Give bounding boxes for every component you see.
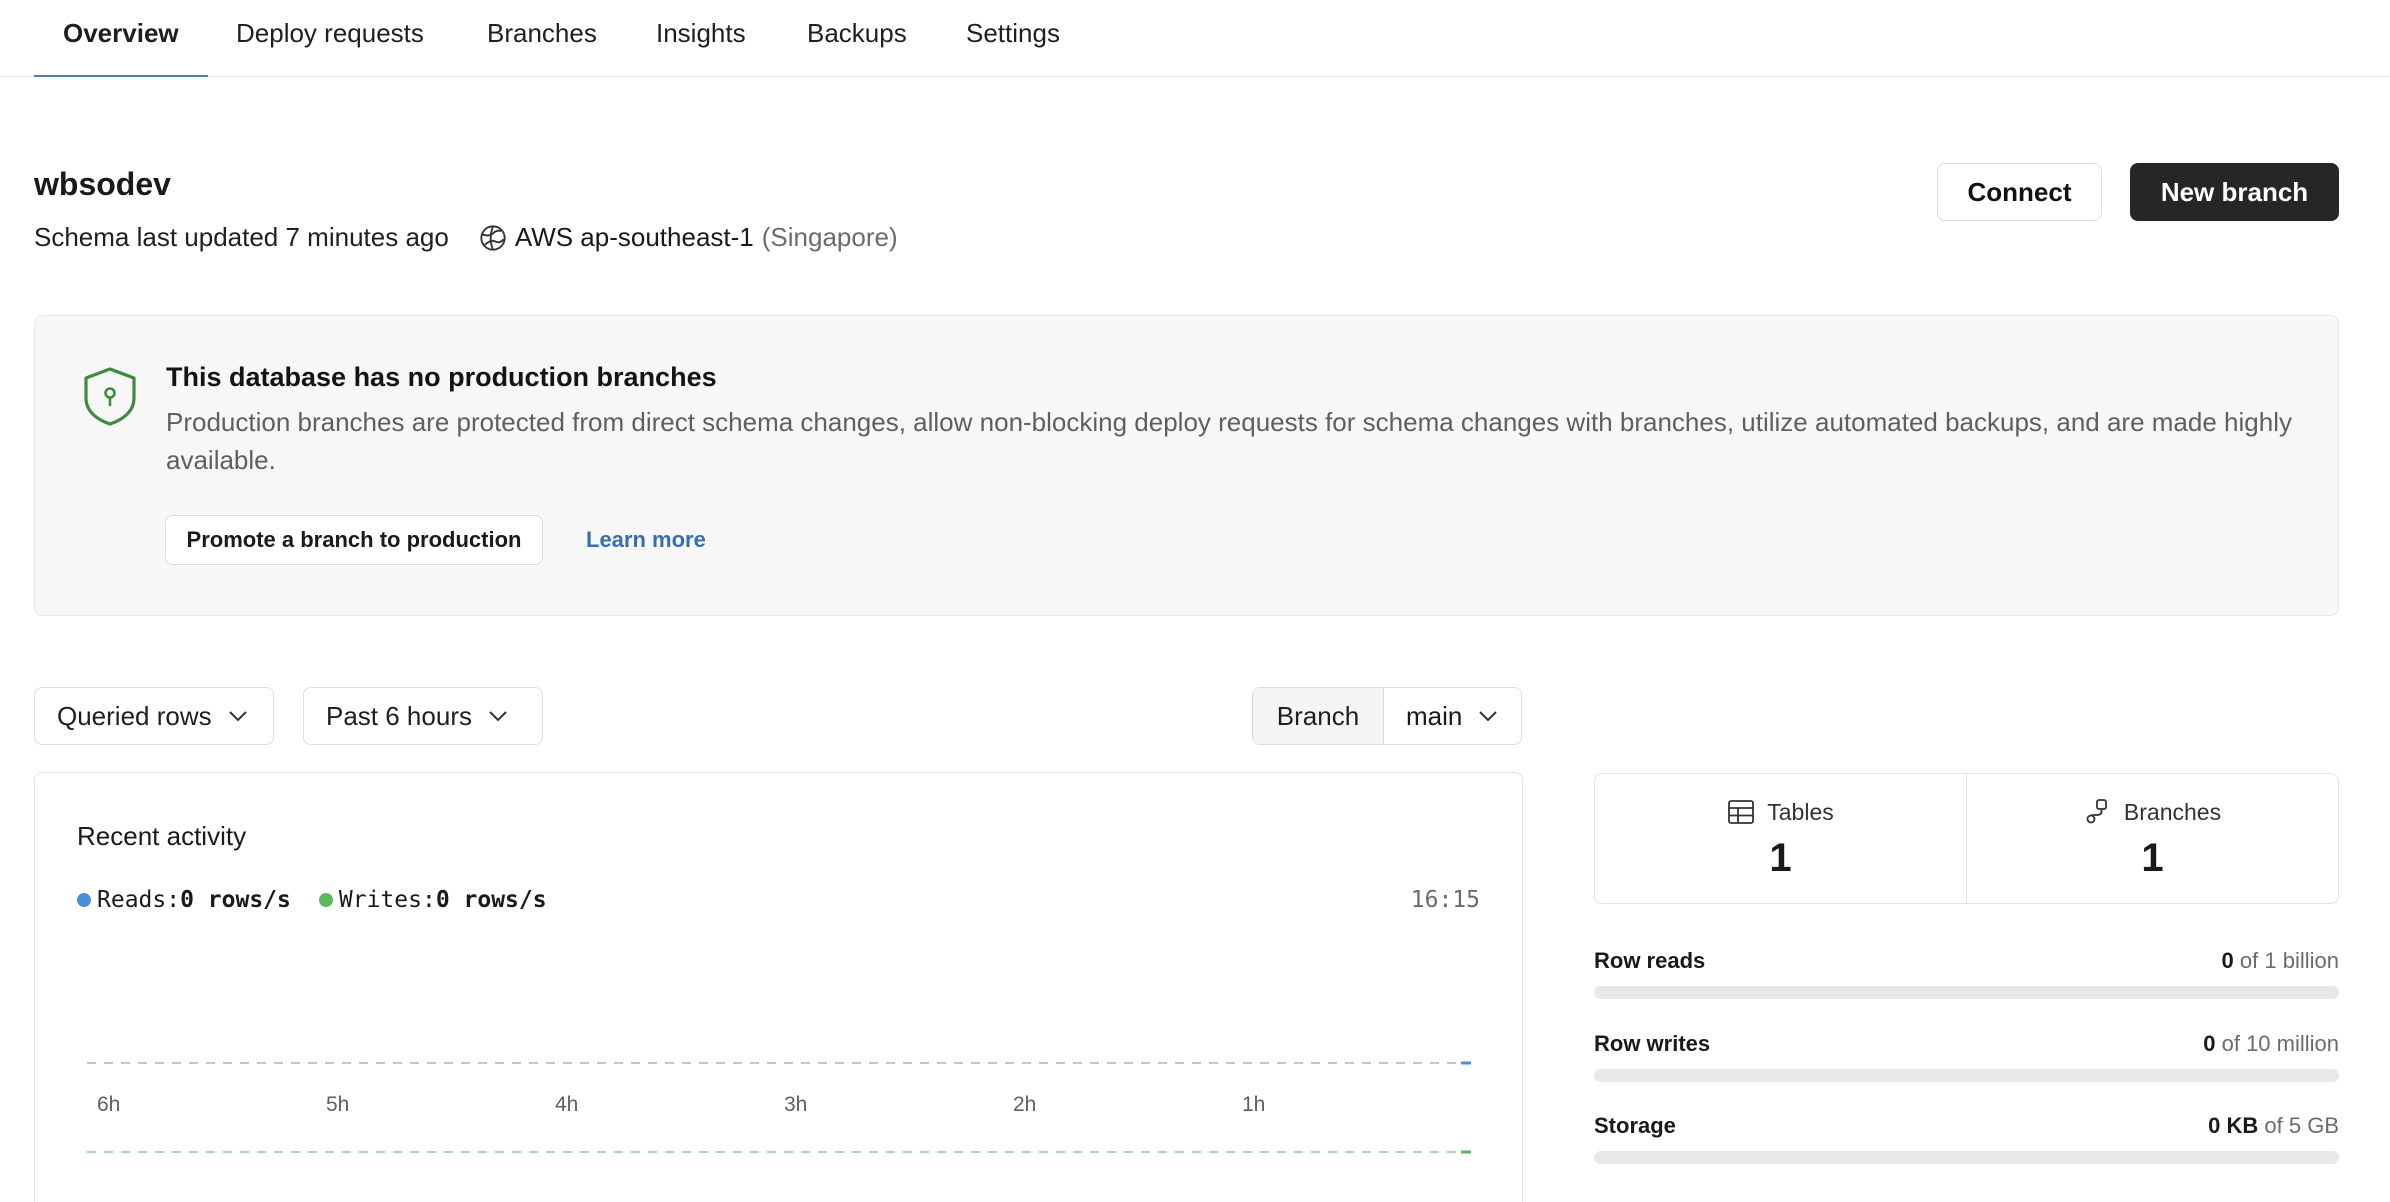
chevron-down-icon xyxy=(228,711,247,722)
top-nav: Overview Deploy requests Branches Insigh… xyxy=(0,0,2390,77)
connect-button[interactable]: Connect xyxy=(1937,163,2102,221)
usage-label: Row reads xyxy=(1594,948,1706,973)
shield-icon xyxy=(84,367,136,426)
x-tick-1h: 1h xyxy=(1242,1093,1266,1116)
branch-icon xyxy=(2086,799,2107,824)
usage-value: 0 KB xyxy=(2208,1113,2259,1138)
no-production-notice: This database has no production branches… xyxy=(34,315,2339,616)
tab-insights[interactable]: Insights xyxy=(656,18,746,49)
usage-bar xyxy=(1594,1151,2339,1164)
database-meta: Schema last updated 7 minutes ago AWS ap… xyxy=(34,222,898,253)
time-range-value: Past 6 hours xyxy=(326,700,472,731)
tab-settings[interactable]: Settings xyxy=(966,18,1060,49)
chevron-down-icon xyxy=(1479,711,1498,722)
branches-stat: Branches 1 xyxy=(1966,774,2338,903)
activity-chart xyxy=(87,1061,1471,1154)
usage-limit: of 1 billion xyxy=(2239,948,2339,973)
tables-count: 1 xyxy=(1769,836,1792,880)
usage-value: 0 xyxy=(2203,1031,2216,1056)
usage-row-reads: Row reads 0 of 1 billion xyxy=(1594,948,2339,999)
tab-deploy-requests[interactable]: Deploy requests xyxy=(236,18,424,49)
metric-select-value: Queried rows xyxy=(57,700,212,731)
stats-summary: Tables 1 Branches 1 xyxy=(1594,773,2339,904)
branches-label: Branches xyxy=(2123,798,2222,825)
usage-row-storage: Storage 0 KB of 5 GB xyxy=(1594,1113,2339,1164)
tab-branches[interactable]: Branches xyxy=(487,18,597,49)
time-range-select[interactable]: Past 6 hours xyxy=(303,687,543,745)
table-icon xyxy=(1728,800,1755,824)
region-info: AWS ap-southeast-1 (Singapore) xyxy=(479,222,898,253)
usage-label: Row writes xyxy=(1594,1031,1711,1056)
region-city: (Singapore) xyxy=(761,222,898,252)
x-tick-2h: 2h xyxy=(1013,1093,1037,1116)
usage-bar xyxy=(1594,986,2339,999)
tab-overview[interactable]: Overview xyxy=(63,18,179,49)
x-tick-3h: 3h xyxy=(784,1093,808,1116)
notice-body: Production branches are protected from d… xyxy=(166,407,2292,475)
schema-updated-text: Schema last updated 7 minutes ago xyxy=(34,222,449,252)
database-name: wbsodev xyxy=(34,166,171,202)
usage-label: Storage xyxy=(1594,1113,1676,1138)
new-branch-button[interactable]: New branch xyxy=(2130,163,2339,221)
recent-activity-card: Recent activity Reads: 0 rows/s Writes: … xyxy=(34,772,1523,1202)
globe-icon xyxy=(480,224,506,251)
learn-more-link[interactable]: Learn more xyxy=(586,527,706,553)
x-tick-4h: 4h xyxy=(555,1093,579,1116)
promote-branch-button[interactable]: Promote a branch to production xyxy=(165,515,543,565)
x-tick-6h: 6h xyxy=(97,1093,121,1116)
branch-select-value: main xyxy=(1406,700,1463,731)
branches-count: 1 xyxy=(2141,836,2164,880)
branch-selector: Branch main xyxy=(1252,687,1522,745)
usage-value: 0 xyxy=(2221,948,2234,973)
x-tick-5h: 5h xyxy=(326,1093,350,1116)
branch-selector-label: Branch xyxy=(1253,688,1384,744)
active-tab-indicator xyxy=(34,75,208,77)
tables-stat: Tables 1 xyxy=(1595,774,1966,903)
usage-limit: of 5 GB xyxy=(2264,1113,2339,1138)
tables-label: Tables xyxy=(1767,798,1834,825)
region-name: AWS ap-southeast-1 xyxy=(514,222,754,252)
usage-row-writes: Row writes 0 of 10 million xyxy=(1594,1031,2339,1082)
chevron-down-icon xyxy=(489,711,507,722)
notice-title: This database has no production branches xyxy=(166,362,717,392)
metric-select[interactable]: Queried rows xyxy=(34,687,274,745)
usage-bar xyxy=(1594,1069,2339,1082)
tab-backups[interactable]: Backups xyxy=(807,18,907,49)
branch-select[interactable]: main xyxy=(1384,688,1521,744)
usage-limit: of 10 million xyxy=(2221,1031,2339,1056)
